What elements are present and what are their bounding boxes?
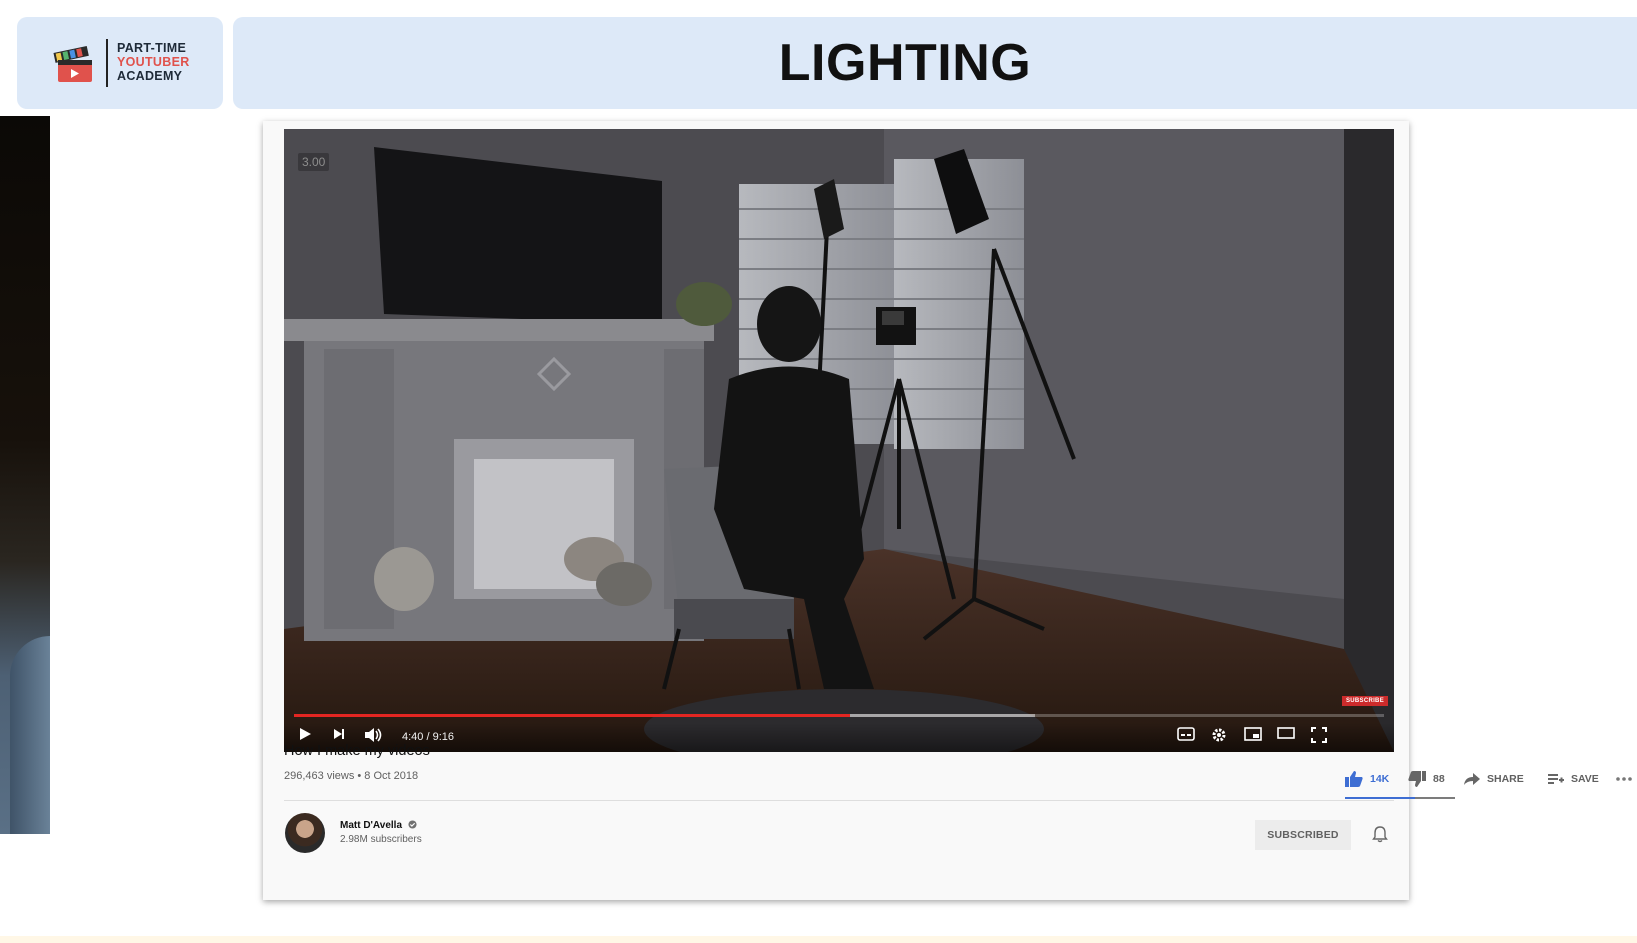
more-icon xyxy=(1616,777,1632,781)
presenter-webcam xyxy=(0,116,50,834)
miniplayer-button[interactable] xyxy=(1244,727,1266,747)
like-ratio-fill xyxy=(1345,797,1415,799)
like-button[interactable]: 14K xyxy=(1344,767,1389,791)
channel-name[interactable]: Matt D'Avella xyxy=(340,820,417,831)
time-display: 4:40 / 9:16 xyxy=(402,731,454,743)
logo-line-1: PART-TIME xyxy=(117,41,187,55)
video-title: How I make my videos xyxy=(284,743,430,759)
theater-mode-icon xyxy=(1277,727,1295,739)
fullscreen-button[interactable] xyxy=(1311,727,1333,747)
video-frame xyxy=(284,129,1394,752)
volume-icon xyxy=(365,728,382,742)
save-playlist-icon xyxy=(1548,774,1564,784)
play-icon xyxy=(300,728,311,740)
slide-title-bar: LIGHTING xyxy=(233,17,1637,109)
academy-logo: PART-TIME YOUTUBER ACADEMY xyxy=(17,17,223,109)
verified-check-icon xyxy=(408,820,417,829)
clapperboard-icon xyxy=(53,45,92,82)
share-button[interactable]: SHARE xyxy=(1463,767,1524,791)
logo-line-2: YOUTUBER xyxy=(117,55,190,69)
thumbs-down-icon xyxy=(1408,771,1426,787)
notification-bell-icon[interactable] xyxy=(1371,825,1389,843)
progress-bar[interactable] xyxy=(294,714,1384,717)
video-player[interactable]: 3.00 SUBSCRIBE 4:40 / 9:16 xyxy=(284,129,1394,752)
speed-indicator: 3.00 xyxy=(298,153,330,171)
bottom-edge xyxy=(0,936,1637,943)
channel-avatar[interactable] xyxy=(285,813,325,853)
miniplayer-icon xyxy=(1244,727,1262,741)
captions-icon xyxy=(1177,727,1195,741)
settings-icon xyxy=(1212,728,1226,742)
logo-wordmark: PART-TIME YOUTUBER ACADEMY xyxy=(117,41,190,83)
dislike-button[interactable]: 88 xyxy=(1407,767,1445,791)
slide-title: LIGHTING xyxy=(778,34,1032,92)
player-controls: 4:40 / 9:16 xyxy=(284,723,1394,752)
next-icon xyxy=(334,729,344,739)
section-divider xyxy=(284,800,1394,801)
share-icon xyxy=(1464,773,1480,785)
subscribe-watermark[interactable]: SUBSCRIBE xyxy=(1341,696,1388,706)
like-ratio-bar xyxy=(1345,797,1455,799)
captions-button[interactable] xyxy=(1177,727,1199,747)
logo-line-3: ACADEMY xyxy=(117,69,183,83)
subscriber-count: 2.98M subscribers xyxy=(340,834,422,845)
dislike-count: 88 xyxy=(1433,773,1445,785)
save-button[interactable]: SAVE xyxy=(1547,767,1599,791)
settings-button[interactable] xyxy=(1211,727,1233,747)
save-label: SAVE xyxy=(1571,773,1599,785)
theater-mode-button[interactable] xyxy=(1277,727,1299,747)
logo-divider xyxy=(106,39,108,87)
progress-played xyxy=(294,714,850,717)
more-actions-button[interactable] xyxy=(1615,767,1633,791)
presenter-shoulder xyxy=(10,636,50,834)
share-label: SHARE xyxy=(1487,773,1524,785)
subscribed-button[interactable]: SUBSCRIBED xyxy=(1255,820,1351,850)
fullscreen-icon xyxy=(1311,727,1327,743)
like-count: 14K xyxy=(1370,773,1390,785)
channel-name-text: Matt D'Avella xyxy=(340,820,403,831)
thumbs-up-icon xyxy=(1345,771,1363,787)
youtube-video-card: 3.00 SUBSCRIBE 4:40 / 9:16 How I make my… xyxy=(263,121,1632,900)
video-meta: 296,463 views • 8 Oct 2018 xyxy=(284,770,419,782)
